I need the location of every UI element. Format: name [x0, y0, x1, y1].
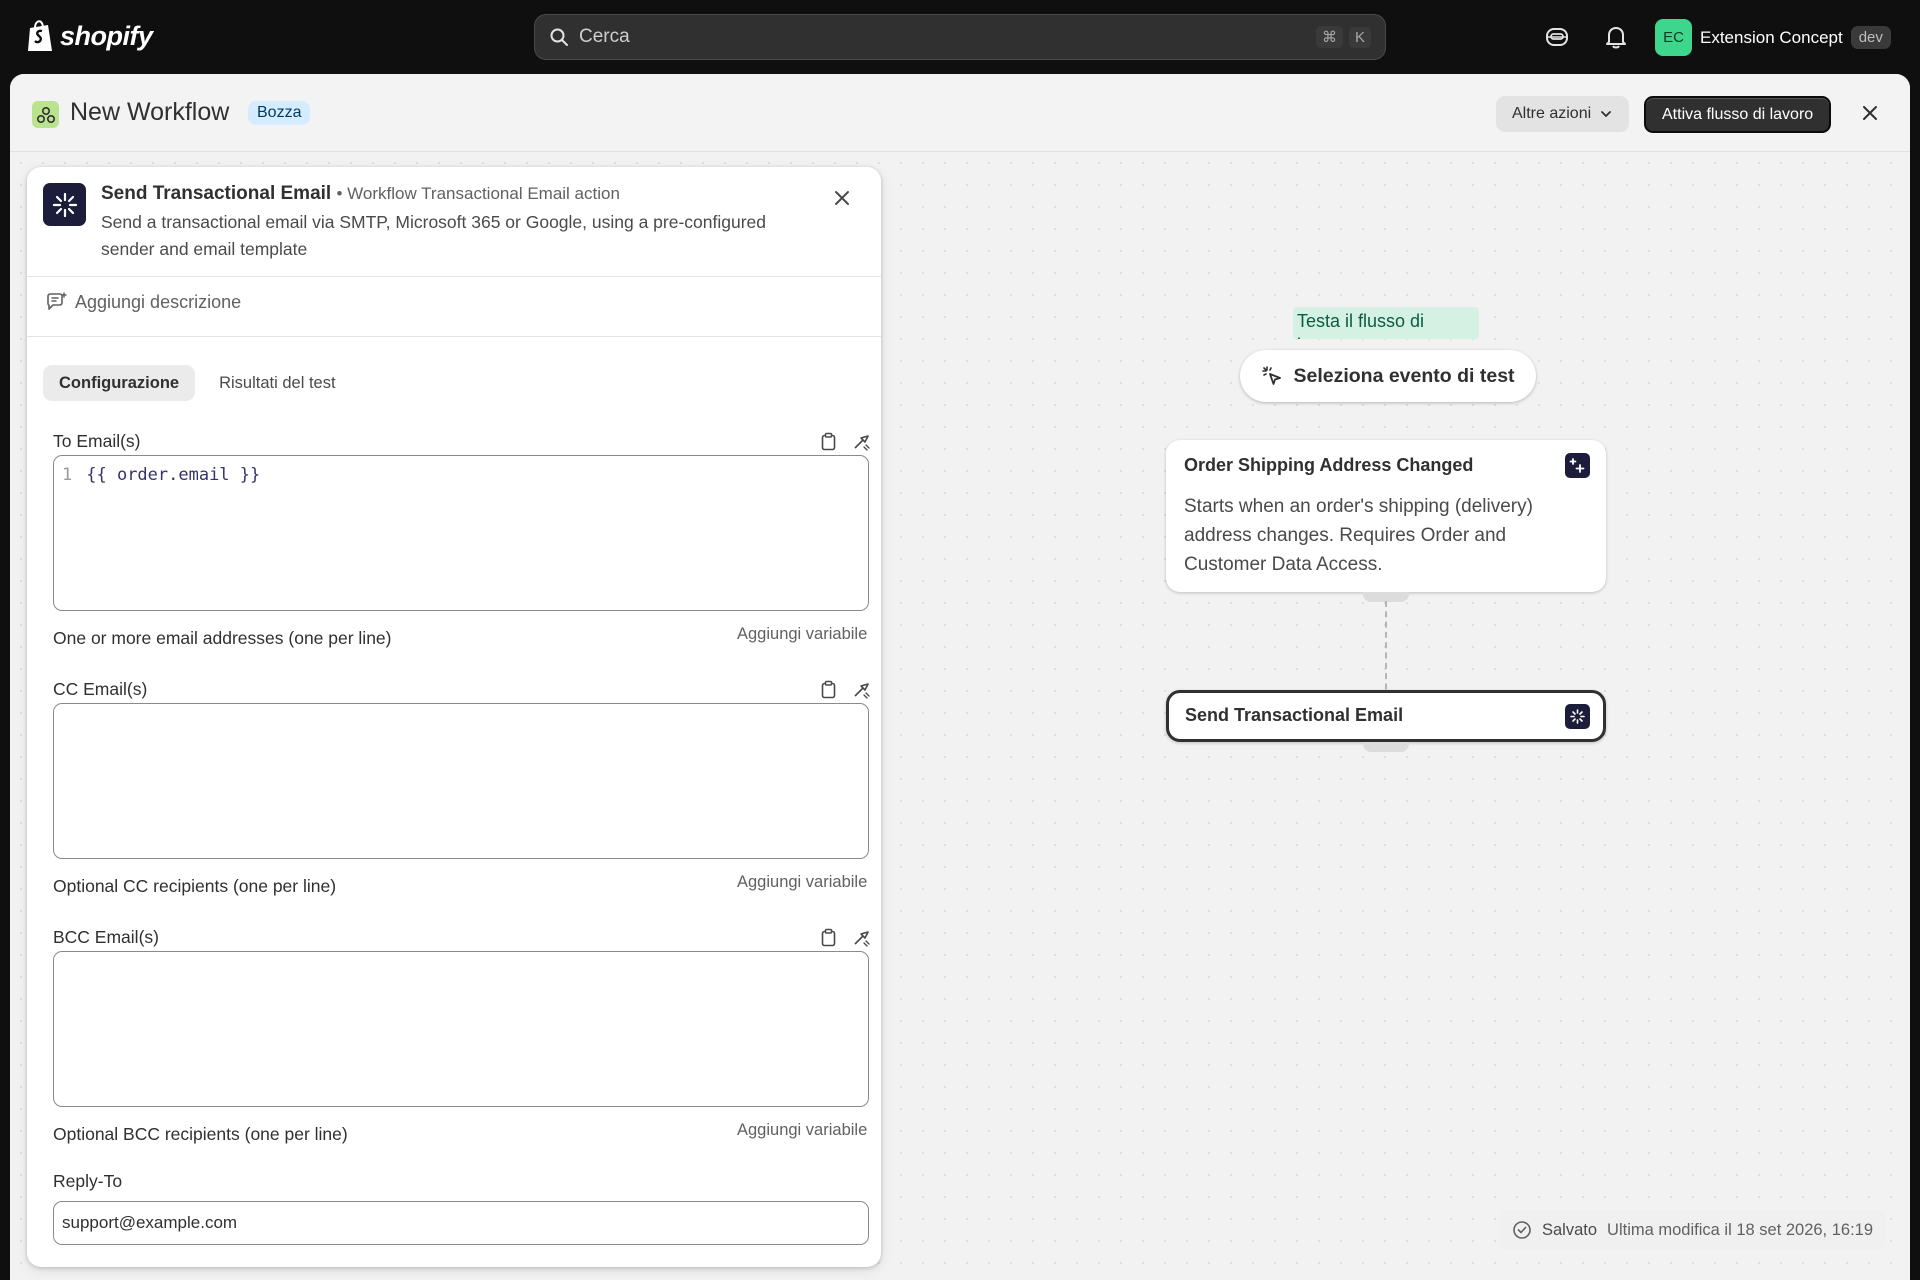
panel-description: Send a transactional email via SMTP, Mic…: [101, 212, 767, 259]
close-icon[interactable]: [1860, 103, 1880, 123]
reply-to-label: Reply-To: [53, 1171, 123, 1191]
cursor-click-icon: [1262, 366, 1282, 385]
activate-workflow-button[interactable]: Attiva flusso di lavoro: [1644, 96, 1832, 133]
top-bar: shopify Cerca ⌘ K EC Extension Concept d…: [0, 0, 1920, 74]
panel-action-name: Send Transactional Email: [101, 183, 332, 204]
save-status: Salvato Ultima modifica il 18 set 2026, …: [1500, 1210, 1886, 1250]
panel-title: Send Transactional Email • Workflow Tran…: [101, 183, 620, 204]
shortcut-key: K: [1348, 26, 1371, 48]
line-number: 1: [62, 465, 73, 485]
to-email-help: One or more email addresses (one per lin…: [53, 628, 392, 648]
last-modified: Ultima modifica il 18 set 2026, 16:19: [1607, 1220, 1874, 1239]
status-badge: Bozza: [248, 101, 311, 125]
chevron-down-icon: [1601, 111, 1612, 118]
account-name: Extension Concept: [1700, 27, 1843, 47]
clipboard-icon[interactable]: [819, 928, 838, 947]
action-output-handle[interactable]: [1363, 742, 1409, 752]
shortcut-cmd: ⌘: [1315, 26, 1343, 48]
cc-email-help: Optional CC recipients (one per line): [53, 876, 337, 896]
cc-email-tools: [819, 680, 871, 699]
action-node-title: Send Transactional Email: [1185, 705, 1404, 725]
to-email-value: {{ order.email }}: [86, 465, 261, 485]
bcc-email-help: Optional BCC recipients (one per line): [53, 1124, 348, 1144]
divider: [27, 336, 881, 337]
more-actions-label: Altre azioni: [1512, 105, 1592, 122]
bcc-email-editor[interactable]: [53, 951, 869, 1107]
panel-subtitle: Workflow Transactional Email action: [347, 184, 620, 203]
search-bar[interactable]: Cerca ⌘ K: [534, 14, 1386, 60]
to-email-editor[interactable]: 1 {{ order.email }}: [53, 455, 869, 611]
trigger-node-description: Starts when an order's shipping (deliver…: [1184, 496, 1533, 575]
env-badge: dev: [1850, 26, 1891, 49]
account-menu[interactable]: EC Extension Concept dev: [1655, 19, 1891, 56]
page-title: New Workflow: [70, 98, 230, 126]
bcc-add-variable-link[interactable]: Aggiungi variabile: [737, 1121, 867, 1140]
divider: [27, 276, 881, 277]
action-app-icon: [1565, 704, 1590, 729]
workflow-app-icon: [32, 101, 59, 128]
sidekick-icon[interactable]: [1544, 24, 1570, 50]
editor-header: New Workflow Bozza Altre azioni Attiva f…: [10, 74, 1910, 152]
select-test-event-label: Seleziona evento di test: [1293, 364, 1515, 387]
reply-to-value: support@example.com: [62, 1213, 238, 1232]
tab-configurazione[interactable]: Configurazione: [43, 365, 196, 401]
search-input[interactable]: Cerca: [579, 26, 1310, 48]
magic-wand-icon[interactable]: [852, 432, 871, 451]
panel-tabs: Configurazione Risultati del test: [43, 365, 352, 401]
add-description-label: Aggiungi descrizione: [75, 291, 242, 312]
shopify-logo[interactable]: shopify: [26, 19, 153, 53]
select-test-event-button[interactable]: Seleziona evento di test: [1240, 350, 1536, 402]
to-add-variable-link[interactable]: Aggiungi variabile: [737, 625, 867, 644]
test-tooltip: Testa il flusso di lavoro: [1293, 307, 1479, 339]
cc-email-label: CC Email(s): [53, 679, 148, 699]
magic-wand-icon[interactable]: [852, 928, 871, 947]
clipboard-icon[interactable]: [819, 680, 838, 699]
add-description-button[interactable]: Aggiungi descrizione: [45, 291, 241, 313]
tab-risultati-test[interactable]: Risultati del test: [203, 365, 351, 401]
avatar: EC: [1655, 19, 1692, 56]
clipboard-icon[interactable]: [819, 432, 838, 451]
cc-add-variable-link[interactable]: Aggiungi variabile: [737, 873, 867, 892]
magic-wand-icon[interactable]: [852, 680, 871, 699]
to-email-label: To Email(s): [53, 431, 141, 451]
more-actions-button[interactable]: Altre azioni: [1496, 96, 1630, 132]
trigger-app-icon: [1565, 453, 1590, 478]
action-config-panel: Send Transactional Email • Workflow Tran…: [27, 167, 881, 1267]
comment-icon: [47, 292, 67, 310]
shopify-bag-icon: [28, 20, 52, 51]
brand-name: shopify: [60, 20, 153, 51]
bcc-email-label: BCC Email(s): [53, 927, 159, 947]
trigger-node[interactable]: Order Shipping Address Changed Starts wh…: [1166, 440, 1606, 592]
reply-to-input[interactable]: support@example.com: [53, 1201, 869, 1245]
trigger-node-title: Order Shipping Address Changed: [1184, 455, 1474, 475]
saved-label: Salvato: [1542, 1220, 1598, 1239]
search-icon: [550, 28, 568, 46]
workflow-editor: New Workflow Bozza Altre azioni Attiva f…: [10, 74, 1910, 1280]
transactional-email-app-icon: [43, 183, 86, 226]
cc-email-editor[interactable]: [53, 703, 869, 859]
check-circle-icon: [1513, 1221, 1531, 1239]
to-email-tools: [819, 432, 871, 451]
bcc-email-tools: [819, 928, 871, 947]
notification-bell-icon[interactable]: [1603, 24, 1629, 50]
action-node[interactable]: Send Transactional Email: [1166, 690, 1606, 742]
close-panel-icon[interactable]: [833, 189, 851, 207]
